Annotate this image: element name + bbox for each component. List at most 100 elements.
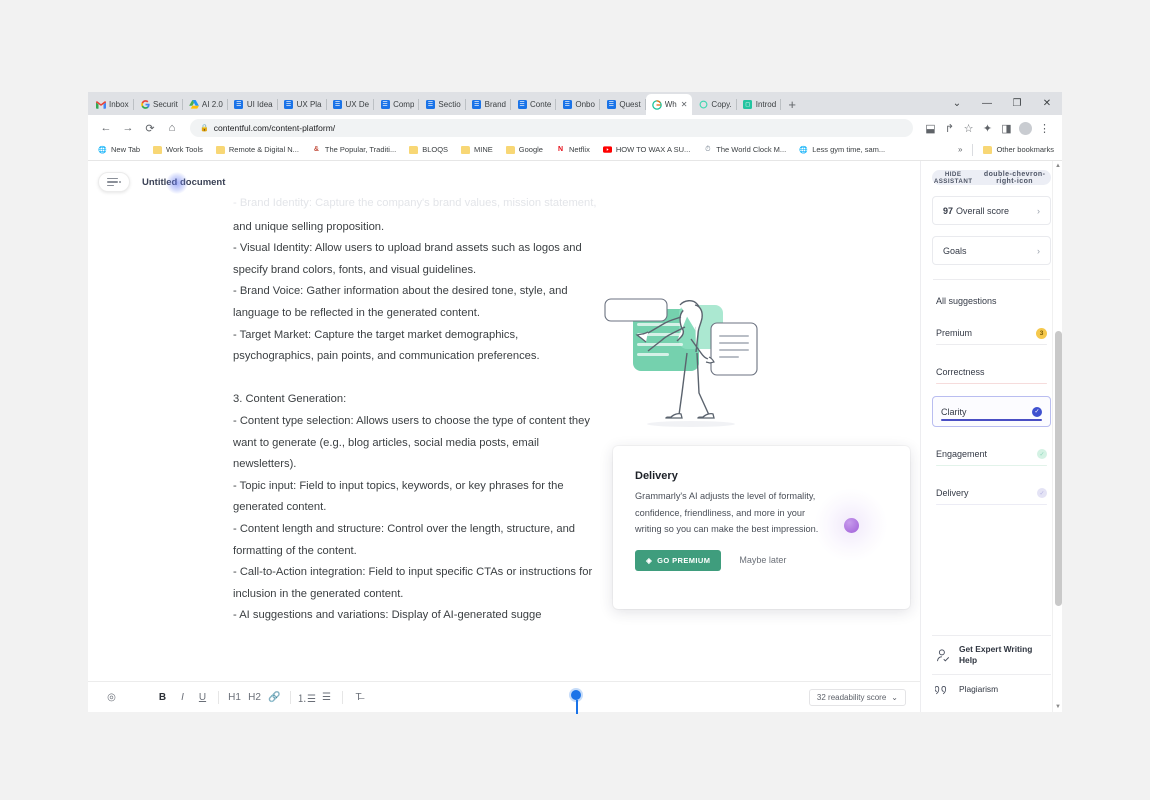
browser-tab[interactable]: Securit — [134, 94, 183, 115]
browser-tab[interactable]: ☰ Conte — [511, 94, 557, 115]
close-icon[interactable]: ✕ — [1032, 92, 1062, 115]
clear-format-icon[interactable]: T̶ — [349, 688, 368, 707]
browser-tab[interactable]: Copy. — [692, 94, 737, 115]
bookmark-label: The Popular, Traditi... — [324, 145, 397, 154]
lock-icon: 🔒 — [200, 125, 209, 132]
maybe-later-button[interactable]: Maybe later — [739, 555, 786, 565]
avatar-icon[interactable] — [1019, 121, 1032, 135]
tab-label: Conte — [530, 100, 552, 109]
bullet-list-icon[interactable]: ☰ — [317, 688, 336, 707]
double-chevron-right-icon: double-chevron-right-icon — [983, 170, 1046, 185]
plagiarism-link[interactable]: Plagiarism — [932, 675, 1051, 704]
suggestion-category-correctness[interactable]: Correctness — [932, 360, 1051, 384]
browser-window: Inbox Securit AI 2.0 ☰ UI Idea ☰ UX Pla … — [88, 92, 1062, 712]
maximize-icon[interactable]: ❐ — [1002, 92, 1032, 115]
readability-score-chip[interactable]: 32 readability score ⌄ — [808, 688, 906, 706]
other-bookmarks-label: Other bookmarks — [996, 145, 1054, 154]
forward-arrow-icon[interactable]: → — [118, 118, 138, 138]
tab-label: Brand — [484, 100, 507, 109]
close-icon[interactable]: ✕ — [681, 100, 688, 109]
new-tab-button[interactable]: + — [781, 94, 803, 115]
share-icon[interactable]: ↱ — [940, 118, 959, 138]
browser-tab[interactable]: ☰ Brand — [466, 94, 512, 115]
address-bar[interactable]: 🔒 contentful.com/content-platform/ — [190, 119, 913, 137]
scroll-up-arrow-icon[interactable]: ▲ — [1053, 161, 1062, 171]
hide-assistant-button[interactable]: HIDE ASSISTANT double-chevron-right-icon — [932, 170, 1051, 185]
bookmark-label: Netflix — [568, 145, 590, 154]
browser-tab[interactable]: Inbox — [90, 94, 134, 115]
heading-1-button[interactable]: H1 — [225, 688, 244, 707]
intro-icon: ◻ — [743, 100, 753, 110]
underline-button[interactable]: U — [193, 688, 212, 707]
sidebar-scrollbar[interactable]: ▲ ▼ — [1052, 161, 1062, 712]
document-line: 3. Content Generation: — [233, 393, 347, 406]
tab-label: UI Idea — [246, 100, 273, 109]
page-title[interactable]: Untitled document — [142, 171, 225, 194]
bookmarks-bar: 🌐 New Tab Work Tools Remote & Digital N.… — [88, 141, 1062, 161]
all-suggestions-item[interactable]: All suggestions — [932, 296, 1051, 306]
browser-tab-active[interactable]: Wh ✕ — [645, 94, 693, 115]
go-premium-button[interactable]: ◈ GO PREMIUM — [635, 549, 722, 571]
bookmark-item[interactable]: Google — [505, 145, 550, 154]
tab-search-chevron-down-icon[interactable]: ⌄ — [942, 92, 972, 115]
install-icon[interactable]: ⬓ — [921, 118, 940, 138]
get-expert-writing-help-link[interactable]: Get Expert Writing Help — [932, 636, 1051, 674]
bookmark-item[interactable]: Work Tools — [153, 145, 210, 154]
scroll-down-arrow-icon[interactable]: ▼ — [1053, 702, 1062, 712]
bookmark-item[interactable]: & The Popular, Traditi... — [312, 145, 403, 154]
document-menu-icon[interactable] — [98, 172, 130, 192]
heading-2-button[interactable]: H2 — [245, 688, 264, 707]
puzzle-icon[interactable]: ✦ — [978, 118, 997, 138]
goals-label: Goals — [943, 245, 967, 256]
suggestion-category-clarity[interactable]: Clarity ✓ — [932, 396, 1051, 427]
browser-tab[interactable]: ☰ UX Pla — [278, 94, 327, 115]
divider — [290, 690, 291, 704]
browser-tab[interactable]: ☰ UI Idea — [228, 94, 278, 115]
numbered-list-icon[interactable]: ⒈☰ — [297, 688, 316, 707]
category-label: Clarity — [941, 406, 967, 417]
browser-tab[interactable]: ☰ Onbo — [556, 94, 601, 115]
browser-tab[interactable]: ◻ Introd — [737, 94, 782, 115]
bookmark-item[interactable]: MINE — [461, 145, 500, 154]
suggestion-category-delivery[interactable]: Delivery ✓ — [932, 481, 1051, 505]
bold-button[interactable]: B — [153, 688, 172, 707]
check-circle-icon: ✓ — [1037, 488, 1047, 498]
back-arrow-icon[interactable]: ← — [96, 118, 116, 138]
browser-tab[interactable]: ☰ Comp — [374, 94, 420, 115]
bookmark-item[interactable]: ⏱ The World Clock M... — [703, 145, 793, 154]
italic-button[interactable]: I — [173, 688, 192, 707]
suggestion-category-engagement[interactable]: Engagement ✓ — [932, 442, 1051, 466]
bookmark-item[interactable]: BLOQS — [409, 145, 455, 154]
delivery-promo-card: Delivery Grammarly's AI adjusts the leve… — [613, 446, 910, 609]
star-icon[interactable]: ☆ — [959, 118, 978, 138]
bookmark-item[interactable]: HOW TO WAX A SU... — [602, 145, 697, 154]
bookmarks-overflow-button[interactable]: » — [958, 145, 962, 154]
help-icon[interactable]: ◎ — [102, 688, 121, 707]
bookmark-item[interactable]: 🌐 Less gym time, sam... — [799, 145, 892, 154]
bookmark-item[interactable]: Remote & Digital N... — [215, 145, 306, 154]
diamond-icon: ◈ — [646, 555, 653, 565]
browser-tab[interactable]: ☰ UX De — [327, 94, 375, 115]
divider — [342, 690, 343, 704]
clock-icon: ⏱ — [705, 145, 711, 153]
reload-icon[interactable]: ⟳ — [140, 118, 160, 138]
link-icon[interactable]: 🔗 — [265, 688, 284, 707]
home-icon[interactable]: ⌂ — [162, 118, 182, 138]
suggestion-category-premium[interactable]: Premium 3 — [932, 321, 1051, 345]
browser-tab[interactable]: ☰ Sectio — [419, 94, 466, 115]
bookmark-item[interactable]: 🌐 New Tab — [98, 145, 147, 154]
other-bookmarks-folder[interactable]: Other bookmarks — [983, 145, 1054, 154]
kebab-menu-icon[interactable]: ⋮ — [1035, 118, 1054, 138]
goals-card[interactable]: Goals › — [932, 236, 1051, 265]
docs-icon: ☰ — [234, 100, 244, 109]
bookmark-item[interactable]: N Netflix — [556, 145, 597, 154]
browser-tab[interactable]: AI 2.0 — [183, 94, 228, 115]
document-line: specify brand colors, fonts, and visual … — [233, 263, 477, 276]
side-panel-icon[interactable]: ◨ — [997, 118, 1016, 138]
overall-score-card[interactable]: 97 Overall score › — [932, 196, 1051, 225]
scrollbar-thumb[interactable] — [1054, 331, 1062, 606]
folder-icon — [983, 145, 993, 154]
browser-tab[interactable]: ☰ Quest — [600, 94, 646, 115]
minimize-icon[interactable]: — — [972, 92, 1002, 115]
overall-score-label: Overall score — [956, 205, 1010, 216]
